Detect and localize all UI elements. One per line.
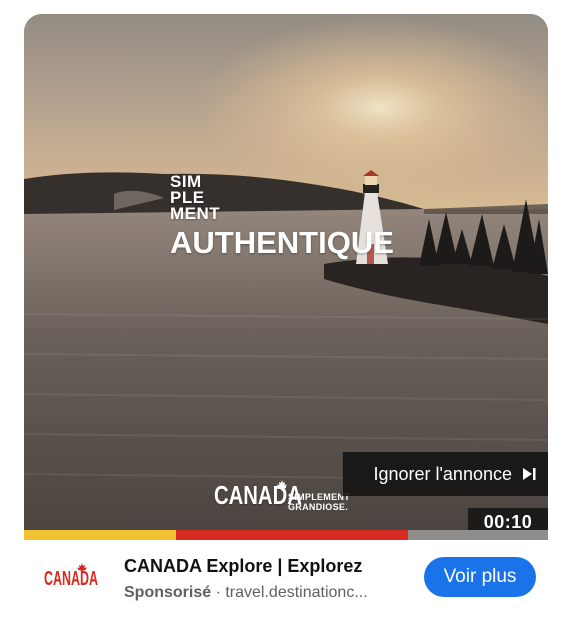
brand-tagline-line-1: SIMPLEMENT (288, 492, 351, 502)
overlay-headline-line-4: AUTHENTIQUE (170, 225, 394, 260)
voir-plus-button[interactable]: Voir plus (424, 557, 536, 597)
canada-logo-text: CANADA (44, 568, 98, 590)
skip-ad-button[interactable]: Ignorer l'annonce (342, 452, 548, 496)
overlay-headline-line-1: SIM (170, 172, 202, 191)
overlay-headline-line-3: MENT (170, 204, 221, 223)
video-player[interactable]: SIM PLE MENT AUTHENTIQUE CANADA SIMPLEME… (24, 14, 548, 540)
maple-leaf-icon (277, 480, 287, 491)
overlay-headline-line-2: PLE (170, 188, 205, 207)
ad-meta-line: Sponsorisé · travel.destinationc... (124, 584, 424, 602)
skip-ad-label: Ignorer l'annonce (373, 463, 512, 484)
sponsored-label: Sponsorisé (124, 584, 212, 601)
skip-next-icon (523, 468, 536, 480)
canada-logo: CANADA (44, 563, 98, 590)
progress-accent (176, 530, 408, 540)
ad-progress-bar[interactable] (24, 530, 548, 540)
brand-tagline: SIMPLEMENT GRANDIOSE. (288, 492, 350, 512)
progress-played (24, 530, 176, 540)
brand-tagline-line-2: GRANDIOSE. (288, 502, 349, 512)
meta-separator: · (211, 584, 226, 601)
ad-title[interactable]: CANADA Explore | Explorez (124, 556, 362, 577)
ad-info-bar: CANADA CANADA Explore | Explorez Sponsor… (24, 540, 548, 614)
video-ad-card: SIM PLE MENT AUTHENTIQUE CANADA SIMPLEME… (24, 14, 548, 626)
ad-domain: travel.destinationc... (225, 584, 368, 601)
